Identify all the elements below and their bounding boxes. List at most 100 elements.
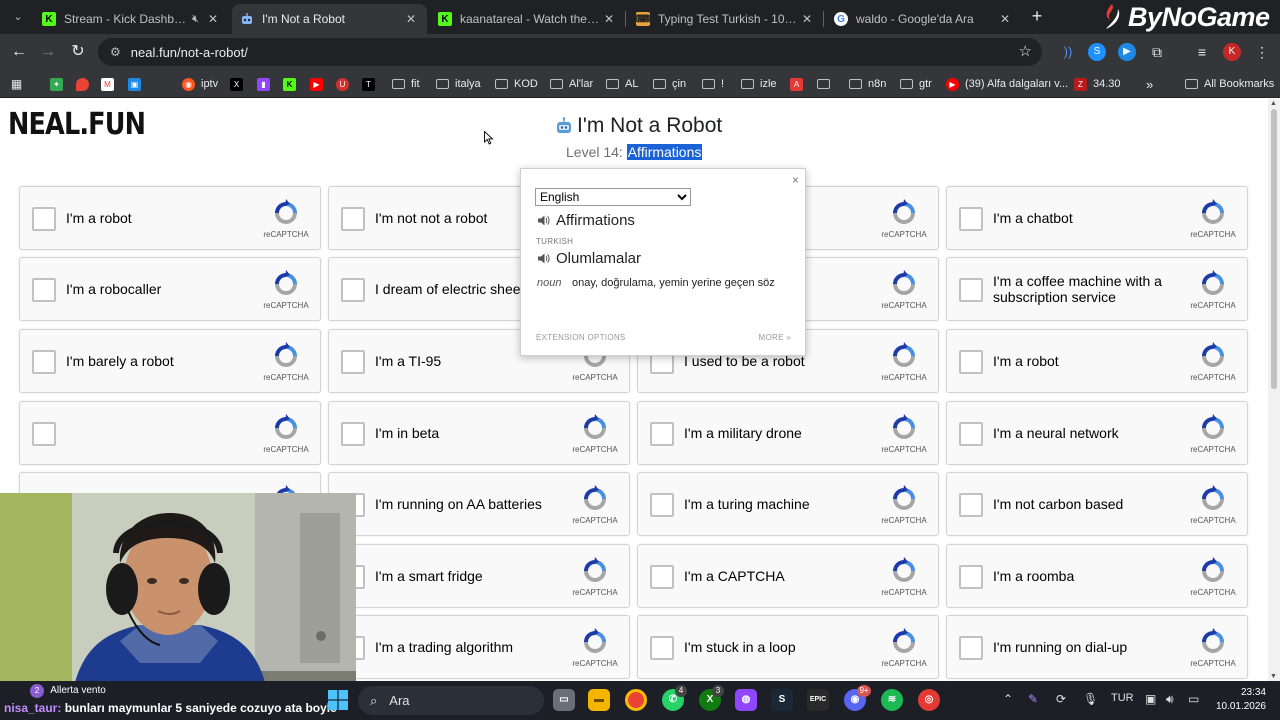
bookmark-favicon-1[interactable]: ✦ [50, 75, 69, 93]
pen-tray-icon[interactable]: ✎ [1028, 692, 1038, 706]
tab-kaanatareal-vod[interactable]: K kaanatareal - Watch the VOD on ✕ [430, 4, 625, 34]
captcha-checkbox[interactable] [32, 350, 56, 374]
bookmark-folder-empty[interactable] [817, 75, 836, 93]
site-info-icon[interactable]: ⚙︎ [110, 45, 121, 59]
close-tab-icon[interactable]: ✕ [997, 12, 1013, 26]
tab-not-a-robot[interactable]: I'm Not a Robot ✕ [232, 4, 427, 34]
x-twitter-icon[interactable]: X [230, 75, 249, 93]
sync-tray-icon[interactable]: ⟳ [1056, 692, 1066, 706]
bookmark-3430[interactable]: Z 34.30 [1074, 75, 1121, 93]
bookmark-iptv[interactable]: ◉ iptv [182, 75, 218, 93]
captcha-checkbox[interactable] [959, 636, 983, 660]
battery-icon[interactable]: ▭ [1188, 692, 1199, 706]
language-select[interactable]: English [535, 188, 691, 206]
page-scrollbar[interactable]: ▲ ▼ [1268, 99, 1280, 681]
spotify-icon[interactable]: ≋ [881, 689, 903, 711]
scroll-up-arrow-icon[interactable]: ▲ [1270, 100, 1277, 107]
muted-speaker-icon[interactable]: 🔇︎ [192, 13, 199, 26]
captcha-checkbox[interactable] [959, 422, 983, 446]
play-extension-icon[interactable]: ▶ [1118, 43, 1136, 61]
all-bookmarks-button[interactable]: All Bookmarks [1185, 75, 1274, 93]
windows-start-icon[interactable] [328, 690, 348, 710]
speaker-icon[interactable] [537, 214, 550, 227]
bookmark-star-icon[interactable]: ☆ [1019, 42, 1032, 60]
bookmark-folder-cin[interactable]: çin [653, 75, 686, 93]
bookmark-folder-fit[interactable]: fit [392, 75, 420, 93]
twitch-icon[interactable]: ▮ [257, 75, 276, 93]
profile-avatar[interactable]: K [1223, 43, 1241, 61]
captcha-checkbox[interactable] [959, 493, 983, 517]
captcha-checkbox[interactable] [959, 278, 983, 302]
notification-area[interactable]: 2 Allerta vento [4, 684, 106, 698]
volume-icon[interactable]: 🔊︎ [1166, 692, 1174, 707]
maps-icon[interactable] [76, 75, 95, 93]
file-explorer-icon[interactable]: ▬ [588, 689, 610, 711]
scroll-down-arrow-icon[interactable]: ▼ [1270, 673, 1277, 680]
game-launcher-icon[interactable]: ◎ [918, 689, 940, 711]
more-link[interactable]: MORE » [759, 333, 791, 342]
kick-bookmark-icon[interactable]: K [283, 75, 302, 93]
shazam-extension-icon[interactable]: S [1088, 43, 1106, 61]
bookmark-folder-kod[interactable]: KOD [495, 75, 538, 93]
captcha-checkbox[interactable] [32, 278, 56, 302]
address-bar[interactable]: ⚙︎ neal.fun/not-a-robot/ ☆ [98, 38, 1042, 66]
network-icon[interactable]: ▣ [1145, 692, 1156, 706]
bookmarks-overflow-button[interactable]: » [1146, 75, 1153, 93]
captcha-checkbox[interactable] [650, 565, 674, 589]
bookmark-u-icon[interactable]: U [336, 75, 355, 93]
reading-list-icon[interactable]: ≡ [1193, 43, 1211, 61]
captcha-checkbox[interactable] [650, 636, 674, 660]
captcha-checkbox[interactable] [959, 565, 983, 589]
scrollbar-thumb[interactable] [1271, 109, 1277, 389]
forward-button[interactable]: → [36, 40, 60, 64]
tab-typing-test[interactable]: ⌨ Typing Test Turkish - 10FastFing ✕ [628, 4, 823, 34]
tray-overflow-icon[interactable]: ⌃ [1003, 692, 1013, 706]
popup-close-button[interactable]: × [792, 173, 799, 187]
captcha-checkbox[interactable] [341, 350, 365, 374]
new-tab-button[interactable]: + [1028, 6, 1046, 26]
bookmark-folder-exclaim[interactable]: ! [702, 75, 724, 93]
streaming-app-icon[interactable]: ◍ [735, 689, 757, 711]
close-tab-icon[interactable]: ✕ [205, 12, 221, 26]
bookmark-folder-n8n[interactable]: n8n [849, 75, 886, 93]
system-clock[interactable]: 23:34 10.01.2026 [1210, 686, 1266, 714]
tab-google-search[interactable]: G waldo - Google'da Ara ✕ [826, 4, 1021, 34]
language-indicator[interactable]: TUR [1111, 692, 1134, 704]
captcha-checkbox[interactable] [32, 207, 56, 231]
close-tab-icon[interactable]: ✕ [799, 12, 815, 26]
apps-grid-icon[interactable]: ▦ [10, 75, 29, 93]
speaker-icon[interactable] [537, 252, 550, 265]
browser-menu-icon[interactable]: ⋮ [1253, 43, 1271, 61]
steam-icon[interactable]: S [771, 689, 793, 711]
captcha-checkbox[interactable] [341, 207, 365, 231]
bookmark-folder-italya[interactable]: italya [436, 75, 481, 93]
extension-options-link[interactable]: EXTENSION OPTIONS [536, 333, 626, 342]
audio-extension-icon[interactable]: )) [1059, 43, 1077, 61]
image-bookmark-icon[interactable]: ▣ [128, 75, 147, 93]
captcha-checkbox[interactable] [341, 422, 365, 446]
tab-search-button[interactable]: ⌄ [8, 7, 28, 27]
captcha-checkbox[interactable] [959, 207, 983, 231]
captcha-checkbox[interactable] [650, 493, 674, 517]
bookmark-youtube-alfa[interactable]: ▶ (39) Alfa dalgaları v... [946, 75, 1068, 93]
tiktok-tv-icon[interactable]: T [362, 75, 381, 93]
taskbar-search[interactable]: ⌕ Ara [358, 686, 544, 715]
captcha-checkbox[interactable] [32, 422, 56, 446]
reload-button[interactable]: ↻ [66, 40, 90, 64]
captcha-checkbox[interactable] [341, 278, 365, 302]
gmail-icon[interactable]: M [101, 75, 120, 93]
back-button[interactable]: ← [7, 40, 31, 64]
extensions-puzzle-icon[interactable]: ⧉ [1148, 43, 1166, 61]
pdf-icon[interactable]: A [790, 75, 809, 93]
bookmark-folder-al[interactable]: AL [606, 75, 638, 93]
captcha-checkbox[interactable] [650, 422, 674, 446]
level-name-selected[interactable]: Affirmations [626, 144, 703, 160]
bookmark-folder-allar[interactable]: Al'lar [550, 75, 593, 93]
captcha-checkbox[interactable] [959, 350, 983, 374]
bookmark-folder-gtr[interactable]: gtr [900, 75, 932, 93]
youtube-icon[interactable]: ▶ [310, 75, 329, 93]
task-view-icon[interactable]: ▭ [553, 689, 575, 711]
neal-fun-logo[interactable]: NEAL.FUN [8, 107, 146, 142]
tab-kick-dashboard[interactable]: K Stream - Kick Dashboard 🔇︎ ✕ [34, 4, 229, 34]
bookmark-folder-izle[interactable]: izle [741, 75, 777, 93]
